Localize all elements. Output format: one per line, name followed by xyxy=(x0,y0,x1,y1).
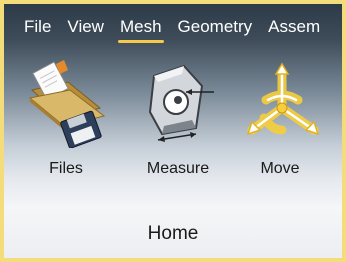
measure-icon xyxy=(148,64,214,142)
files-label: Files xyxy=(49,160,83,177)
menu-geometry[interactable]: Geometry xyxy=(178,17,253,37)
screenshot-frame: File View Mesh Geometry Assem Files Meas… xyxy=(0,0,346,262)
ribbon-panel: File View Mesh Geometry Assem Files Meas… xyxy=(4,4,342,206)
menu-view[interactable]: View xyxy=(67,17,104,37)
menu-mesh[interactable]: Mesh xyxy=(117,17,164,43)
menu-bar: File View Mesh Geometry Assem xyxy=(4,4,342,50)
ribbon-tab-bar: Home xyxy=(4,206,342,258)
menu-assembly[interactable]: Assem xyxy=(268,17,320,37)
measure-label: Measure xyxy=(146,160,210,177)
folder-files-icon xyxy=(28,60,106,148)
tab-home[interactable]: Home xyxy=(4,223,342,245)
measure-tool-button[interactable]: Measure xyxy=(128,60,228,190)
menu-file[interactable]: File xyxy=(24,17,51,37)
move-label: Move xyxy=(260,160,300,177)
move-tool-button[interactable]: Move xyxy=(230,60,330,190)
files-tool-button[interactable]: Files xyxy=(16,60,116,190)
move-arrows-icon xyxy=(246,62,320,136)
